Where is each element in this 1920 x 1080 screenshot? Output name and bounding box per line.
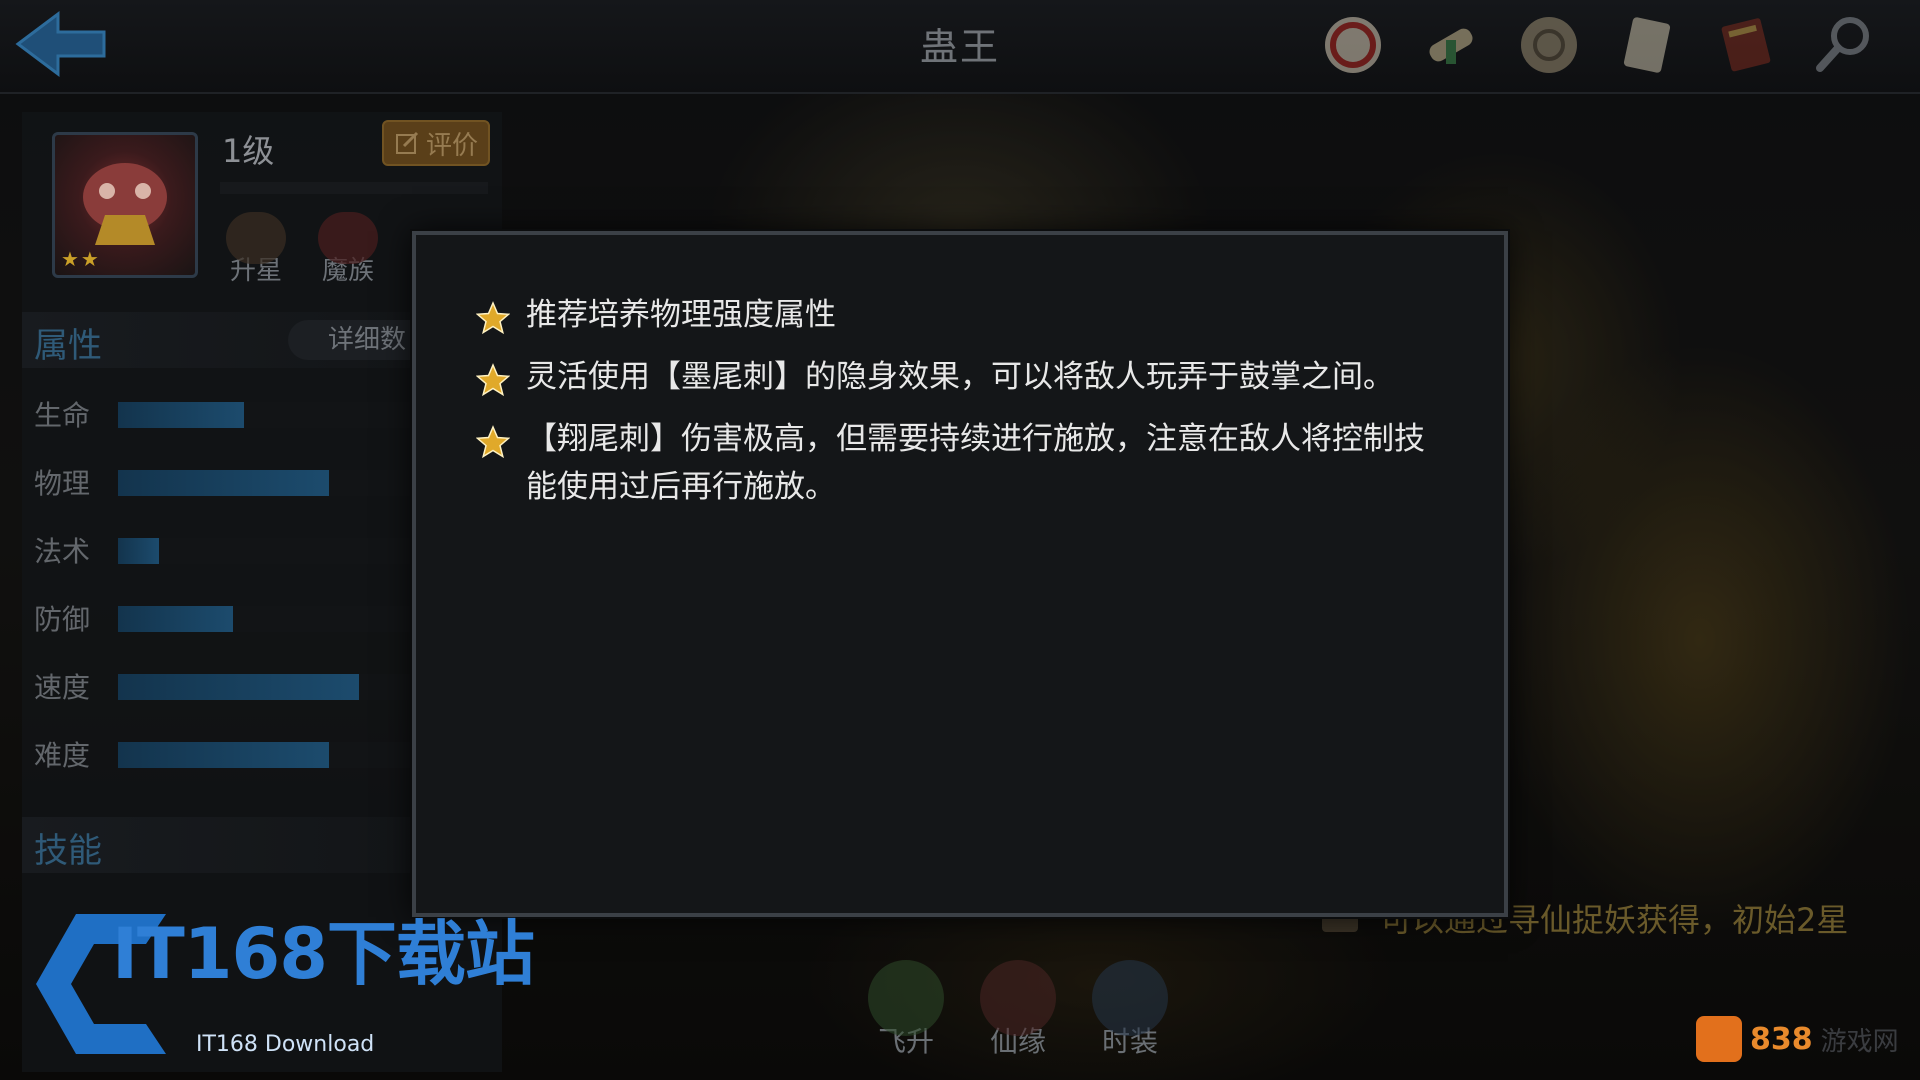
star-icon [476,363,510,397]
stat-fill [118,538,159,564]
stat-fill [118,674,359,700]
fate-button[interactable]: 仙缘 [968,960,1068,1070]
tips-list: 推荐培养物理强度属性 灵活使用【墨尾刺】的隐身效果，可以将敌人玩弄于鼓掌之间。 … [476,291,1436,525]
corner-logo-text: 游戏网 [1820,1026,1899,1057]
skills-title: 技能 [34,831,102,871]
demon-race-icon [318,212,378,264]
back-arrow-icon [15,11,106,77]
it168-watermark: IT168下载站 IT168 Download [16,894,556,1074]
ascend-button[interactable]: 飞升 [856,960,956,1070]
tip-text: 推荐培养物理强度属性 [526,297,836,333]
tips-dialog: 推荐培养物理强度属性 灵活使用【墨尾刺】的隐身效果，可以将敌人玩弄于鼓掌之间。 … [412,231,1508,917]
flame-icon [868,960,944,1036]
rate-button[interactable]: 评价 [382,120,490,166]
attributes-title: 属性 [34,326,102,366]
book-icon[interactable] [1708,8,1782,82]
fate-icon [980,960,1056,1036]
stat-label: 生命 [34,399,91,432]
stat-fill [118,606,233,632]
stat-label: 速度 [34,671,91,704]
back-button[interactable] [14,8,110,80]
page-title: 蛊王 [919,25,1000,69]
edit-icon [395,131,419,154]
level-progress-bar [220,182,488,194]
scroll-icon[interactable] [1414,8,1488,82]
watermark-sub-text: IT168 Download [196,1032,375,1057]
top-icon-bar [1316,8,1880,82]
stat-fill [118,742,329,768]
star-badge-icon [226,212,286,264]
magnifier-icon[interactable] [1806,8,1880,82]
hero-portrait[interactable]: ★★ [52,132,198,278]
tip-item: 推荐培养物理强度属性 [476,291,1436,339]
tip-text: 灵活使用【墨尾刺】的隐身效果，可以将敌人玩弄于鼓掌之间。 [526,359,1394,395]
mask-icon [1092,960,1168,1036]
stat-label: 防御 [34,603,91,636]
watermark-main-text: IT168下载站 [112,913,535,995]
corner-logo: 838 游戏网 [1696,1016,1899,1062]
tip-item: 灵活使用【墨尾刺】的隐身效果，可以将敌人玩弄于鼓掌之间。 [476,353,1436,401]
stat-fill [118,402,244,428]
parchment-icon[interactable] [1610,8,1684,82]
trial-seal-icon[interactable] [1316,8,1390,82]
stat-fill [118,470,329,496]
star-icon [476,425,510,459]
hero-star-rating: ★★ [61,247,101,271]
corner-logo-number: 838 [1750,1021,1813,1057]
hero-level: 1级 [222,132,275,170]
stat-label: 难度 [34,739,91,772]
stat-label: 法术 [34,535,91,568]
upgrade-star-button[interactable]: 升星 [216,212,296,292]
top-bar: 蛊王 [0,0,1920,94]
tip-item: 【翔尾刺】伤害极高，但需要持续进行施放，注意在敌人将控制技能使用过后再行施放。 [476,415,1436,511]
tip-text: 【翔尾刺】伤害极高，但需要持续进行施放，注意在敌人将控制技能使用过后再行施放。 [526,421,1425,505]
medallion-icon[interactable] [1512,8,1586,82]
stat-label: 物理 [34,467,91,500]
star-icon [476,301,510,335]
lion-logo-icon [1696,1016,1742,1062]
costume-button[interactable]: 时装 [1080,960,1180,1070]
race-button[interactable]: 魔族 [308,212,388,292]
rate-label: 评价 [425,130,478,161]
